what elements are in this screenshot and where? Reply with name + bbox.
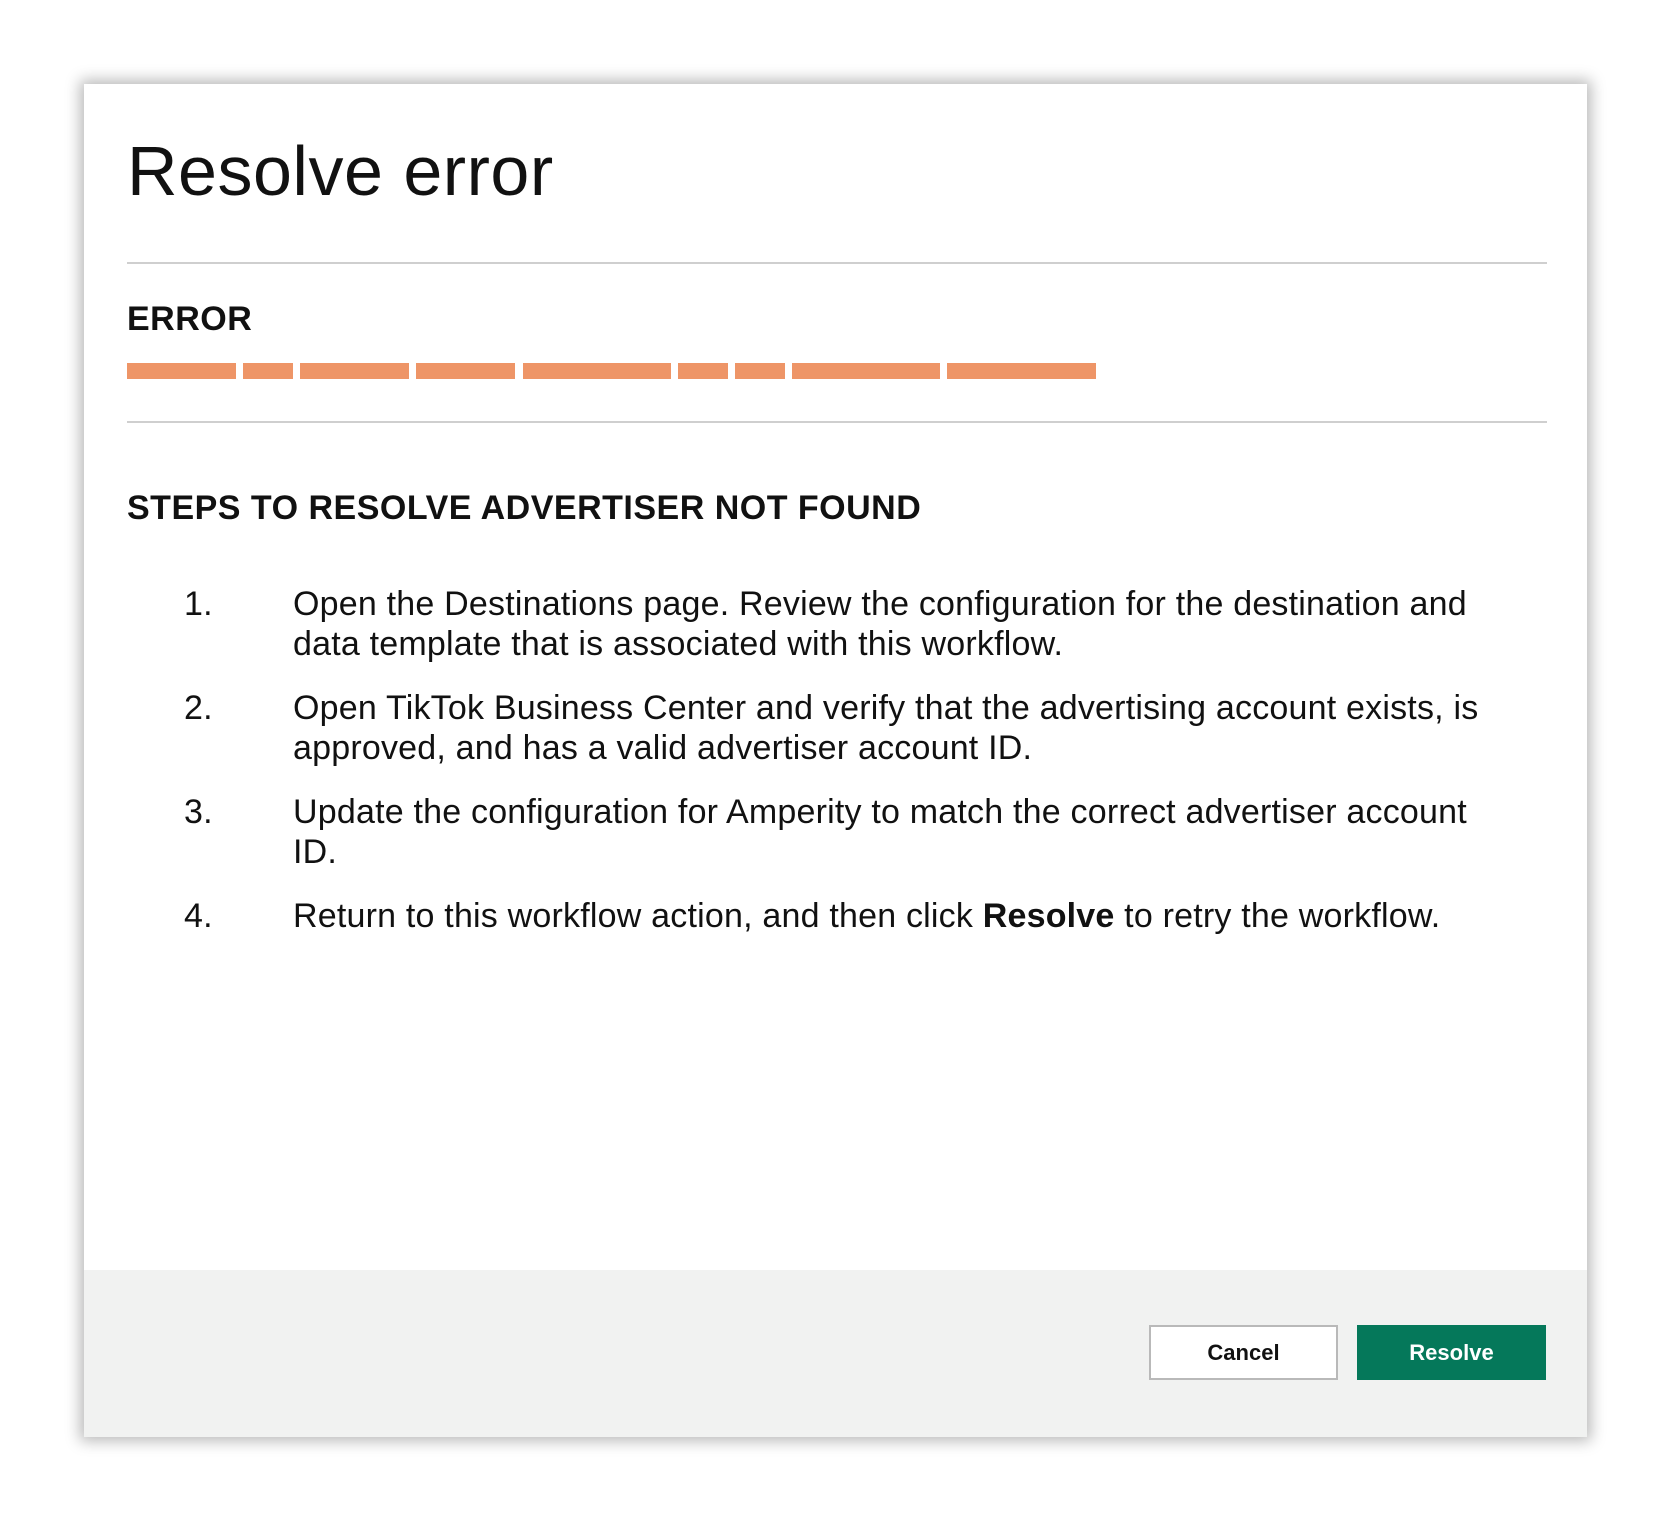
redaction-block bbox=[678, 363, 728, 379]
step-number: 1. bbox=[184, 585, 213, 623]
steps-heading: STEPS TO RESOLVE ADVERTISER NOT FOUND bbox=[127, 489, 922, 527]
redaction-block bbox=[792, 363, 940, 379]
title-divider bbox=[127, 262, 1547, 264]
redaction-block bbox=[735, 363, 785, 379]
step-item: 1. Open the Destinations page. Review th… bbox=[184, 584, 1494, 664]
step-text: Open the Destinations page. Review the c… bbox=[293, 585, 1467, 663]
step-item: 3. Update the configuration for Amperity… bbox=[184, 792, 1494, 872]
cancel-button[interactable]: Cancel bbox=[1149, 1325, 1338, 1380]
redaction-block bbox=[947, 363, 1096, 379]
step-text: Open TikTok Business Center and verify t… bbox=[293, 689, 1479, 767]
redaction-block bbox=[127, 363, 236, 379]
step-text-bold: Resolve bbox=[982, 897, 1115, 935]
error-label: ERROR bbox=[127, 300, 253, 338]
dialog-footer: Cancel Resolve bbox=[84, 1270, 1587, 1437]
step-text-after: to retry the workflow. bbox=[1114, 897, 1441, 935]
error-divider bbox=[127, 421, 1547, 423]
redaction-block bbox=[300, 363, 409, 379]
step-item: 4. Return to this workflow action, and t… bbox=[184, 896, 1494, 936]
step-text-before: Return to this workflow action, and then… bbox=[293, 897, 983, 935]
step-number: 4. bbox=[184, 897, 213, 935]
step-item: 2. Open TikTok Business Center and verif… bbox=[184, 688, 1494, 768]
dialog-title: Resolve error bbox=[127, 132, 554, 210]
step-number: 3. bbox=[184, 793, 213, 831]
resolve-button[interactable]: Resolve bbox=[1357, 1325, 1546, 1380]
redaction-block bbox=[416, 363, 515, 379]
redaction-block bbox=[523, 363, 671, 379]
resolve-error-dialog: Resolve error ERROR STEPS TO RESOLVE ADV… bbox=[84, 84, 1587, 1437]
redaction-block bbox=[243, 363, 293, 379]
step-text: Update the configuration for Amperity to… bbox=[293, 793, 1467, 871]
step-number: 2. bbox=[184, 689, 213, 727]
steps-list: 1. Open the Destinations page. Review th… bbox=[184, 584, 1494, 960]
